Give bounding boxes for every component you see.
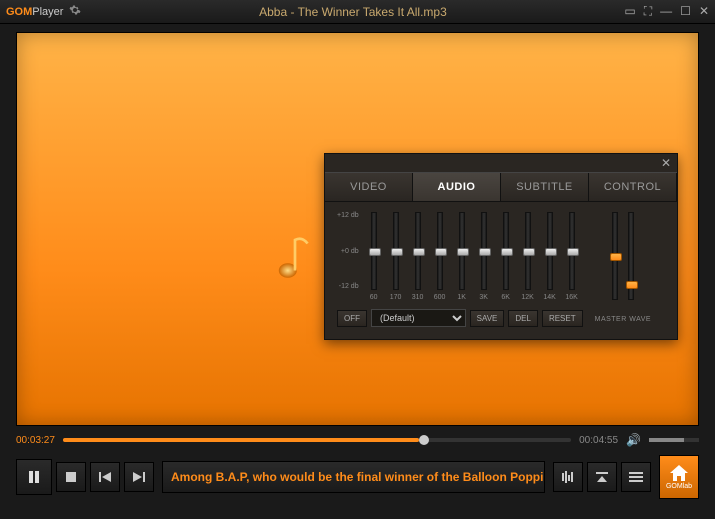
eq-del-button[interactable]: DEL <box>508 310 538 327</box>
eq-toggle-button[interactable]: OFF <box>337 310 367 327</box>
gomlab-label: GOMlab <box>666 483 692 490</box>
band-freq-label: 6K <box>501 294 510 301</box>
wave-slider-thumb[interactable] <box>626 281 638 289</box>
window-title: Abba - The Winner Takes It All.mp3 <box>81 5 624 19</box>
band-freq-label: 310 <box>412 294 424 301</box>
time-total: 00:04:55 <box>579 435 618 446</box>
eq-close-icon[interactable]: ✕ <box>661 156 671 170</box>
controls-row: Among B.A.P, who would be the final winn… <box>0 450 715 506</box>
master-wave-label: MASTER WAVE <box>595 316 651 323</box>
eq-band-16K: 16K <box>561 212 583 301</box>
eq-slider-thumb[interactable] <box>435 248 447 256</box>
app-logo: GOMPlayer <box>6 6 63 18</box>
equalizer-button[interactable] <box>553 462 583 492</box>
eq-reset-button[interactable]: RESET <box>542 310 583 327</box>
band-freq-label: 12K <box>521 294 533 301</box>
eq-band-1K: 1K <box>451 212 473 301</box>
eq-band-310: 310 <box>407 212 429 301</box>
eq-save-button[interactable]: SAVE <box>470 310 505 327</box>
time-current: 00:03:27 <box>16 435 55 446</box>
band-freq-label: 16K <box>565 294 577 301</box>
master-slider-thumb[interactable] <box>610 253 622 261</box>
tab-subtitle[interactable]: SUBTITLE <box>501 173 589 201</box>
news-ticker[interactable]: Among B.A.P, who would be the final winn… <box>162 461 545 493</box>
eq-band-600: 600 <box>429 212 451 301</box>
eq-slider-1K[interactable] <box>459 212 465 290</box>
eq-slider-thumb[interactable] <box>413 248 425 256</box>
next-button[interactable] <box>124 462 154 492</box>
music-note-icon <box>277 233 313 281</box>
volume-slider[interactable] <box>649 438 699 442</box>
eq-slider-310[interactable] <box>415 212 421 290</box>
eq-slider-12K[interactable] <box>525 212 531 290</box>
progress-row: 00:03:27 00:04:55 🔊 <box>0 430 715 450</box>
eq-slider-16K[interactable] <box>569 212 575 290</box>
eq-slider-6K[interactable] <box>503 212 509 290</box>
eq-tabs: VIDEO AUDIO SUBTITLE CONTROL <box>325 172 677 202</box>
eq-slider-3K[interactable] <box>481 212 487 290</box>
gomlab-button[interactable]: GOMlab <box>659 455 699 499</box>
eq-slider-thumb[interactable] <box>523 248 535 256</box>
eq-band-14K: 14K <box>539 212 561 301</box>
eq-band-12K: 12K <box>517 212 539 301</box>
gear-icon[interactable] <box>69 4 81 19</box>
eq-preset-select[interactable]: (Default) <box>371 309 466 327</box>
tab-video[interactable]: VIDEO <box>325 173 413 201</box>
eq-slider-thumb[interactable] <box>501 248 513 256</box>
stop-button[interactable] <box>56 462 86 492</box>
volume-icon[interactable]: 🔊 <box>626 433 641 447</box>
band-freq-label: 600 <box>434 294 446 301</box>
band-freq-label: 1K <box>457 294 466 301</box>
band-freq-label: 3K <box>479 294 488 301</box>
titlebar: GOMPlayer Abba - The Winner Takes It All… <box>0 0 715 24</box>
eq-band-170: 170 <box>385 212 407 301</box>
fullscreen-icon[interactable]: ⛶ <box>644 4 652 19</box>
db-scale: +12 db +0 db -12 db <box>337 212 363 290</box>
prev-button[interactable] <box>90 462 120 492</box>
eq-slider-thumb[interactable] <box>391 248 403 256</box>
eq-slider-170[interactable] <box>393 212 399 290</box>
video-area[interactable]: ✕ VIDEO AUDIO SUBTITLE CONTROL +12 db +0… <box>16 32 699 426</box>
tab-audio[interactable]: AUDIO <box>413 173 501 201</box>
band-freq-label: 170 <box>390 294 402 301</box>
minimize-icon[interactable]: ― <box>660 4 672 19</box>
eq-slider-thumb[interactable] <box>567 248 579 256</box>
eq-slider-thumb[interactable] <box>545 248 557 256</box>
maximize-icon[interactable]: ☐ <box>680 4 691 19</box>
playlist-button[interactable] <box>621 462 651 492</box>
progress-thumb[interactable] <box>419 435 429 445</box>
eq-band-60: 60 <box>363 212 385 301</box>
eq-band-6K: 6K <box>495 212 517 301</box>
band-freq-label: 14K <box>543 294 555 301</box>
eq-slider-thumb[interactable] <box>457 248 469 256</box>
open-button[interactable] <box>587 462 617 492</box>
eq-slider-thumb[interactable] <box>479 248 491 256</box>
eq-slider-14K[interactable] <box>547 212 553 290</box>
eq-slider-600[interactable] <box>437 212 443 290</box>
close-icon[interactable]: ✕ <box>699 4 709 19</box>
pause-button[interactable] <box>16 459 52 495</box>
wave-slider[interactable] <box>628 212 634 300</box>
band-freq-label: 60 <box>370 294 378 301</box>
eq-slider-thumb[interactable] <box>369 248 381 256</box>
equalizer-panel: ✕ VIDEO AUDIO SUBTITLE CONTROL +12 db +0… <box>324 153 678 340</box>
eq-band-3K: 3K <box>473 212 495 301</box>
compact-icon[interactable]: ▭ <box>624 4 635 19</box>
master-slider[interactable] <box>612 212 618 300</box>
eq-slider-60[interactable] <box>371 212 377 290</box>
home-icon <box>670 465 688 481</box>
progress-bar[interactable] <box>63 438 571 442</box>
tab-control[interactable]: CONTROL <box>589 173 677 201</box>
